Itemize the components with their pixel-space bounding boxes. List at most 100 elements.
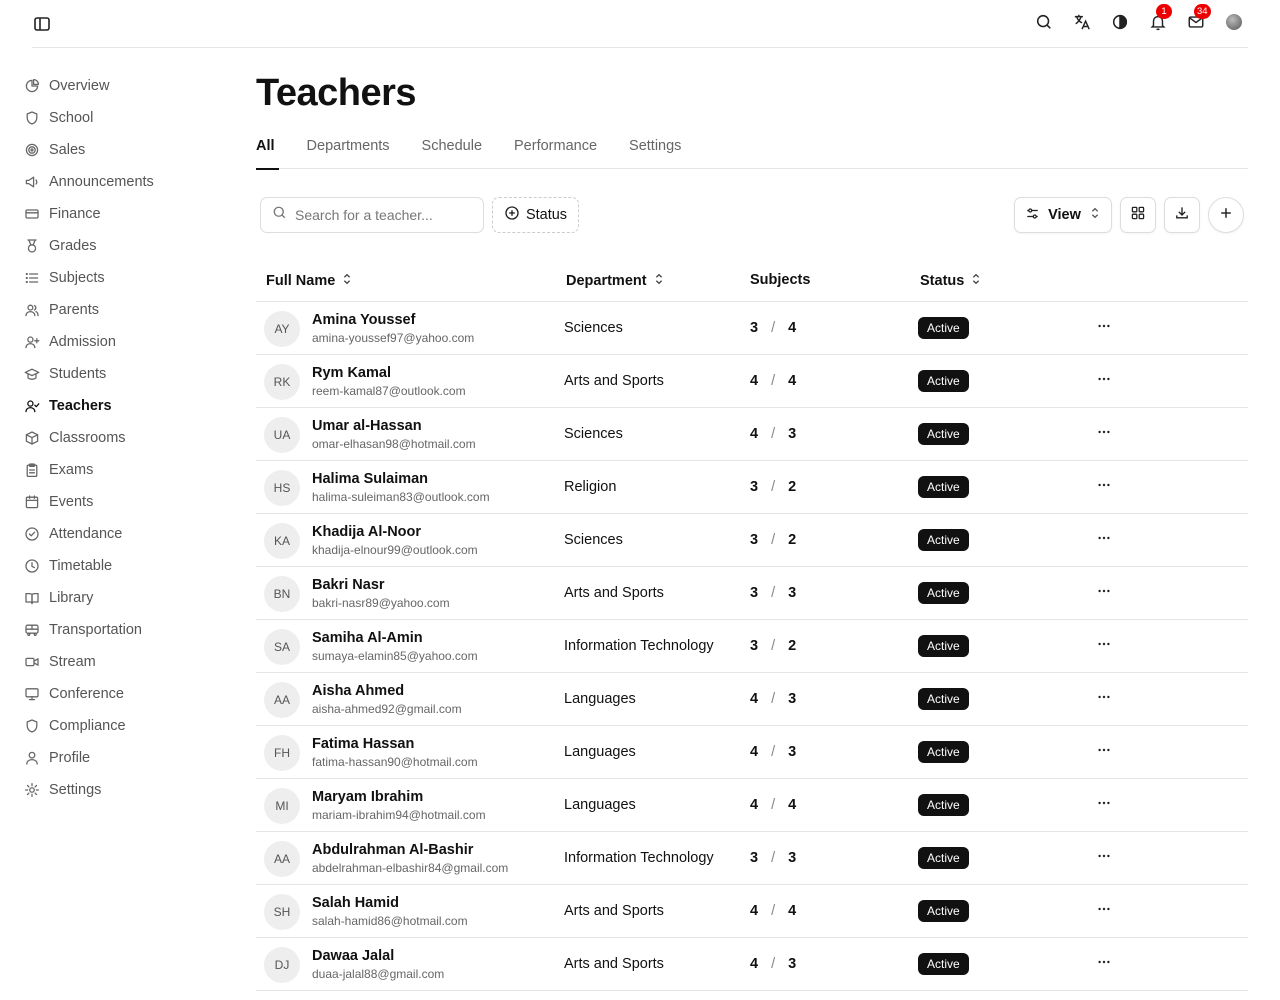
sidebar-item-classrooms[interactable]: Classrooms: [24, 422, 224, 454]
bell-icon[interactable]: 1: [1148, 4, 1172, 32]
column-label: Department: [566, 273, 647, 289]
row-actions-button[interactable]: [1094, 477, 1114, 497]
teacher-department: Languages: [564, 797, 636, 813]
tab-departments[interactable]: Departments: [307, 136, 390, 169]
sidebar-item-library[interactable]: Library: [24, 582, 224, 614]
more-horizontal-icon: [1096, 742, 1112, 763]
subjects-separator: /: [771, 956, 776, 972]
theme-toggle-icon[interactable]: [1110, 12, 1130, 32]
table-row[interactable]: MI Maryam Ibrahim mariam-ibrahim94@hotmail…: [256, 779, 1248, 832]
subjects-total: 3: [788, 691, 797, 707]
search-box[interactable]: [260, 197, 484, 233]
table-row[interactable]: AA Abdulrahman Al-Bashir abdelrahman-elbas…: [256, 832, 1248, 885]
table-row[interactable]: KA Khadija Al-Noor khadija-elnour99@outloo…: [256, 514, 1248, 567]
tab-bar: All Departments Schedule Performance Set…: [256, 136, 1248, 170]
table-row[interactable]: AY Amina Youssef amina-youssef97@yahoo.com…: [256, 302, 1248, 355]
column-header-status[interactable]: Status: [920, 272, 982, 290]
tab-all[interactable]: All: [256, 136, 278, 170]
sidebar-item-timetable[interactable]: Timetable: [24, 550, 224, 582]
row-actions-button[interactable]: [1094, 530, 1114, 550]
table-row[interactable]: RK Rym Kamal reem-kamal87@outlook.com Arts …: [256, 355, 1248, 408]
row-actions-button[interactable]: [1094, 742, 1114, 762]
row-actions-button[interactable]: [1094, 954, 1114, 974]
subjects-total: 2: [788, 638, 797, 654]
user-avatar[interactable]: [1224, 12, 1244, 32]
sidebar-item-school[interactable]: School: [24, 102, 224, 134]
sidebar-item-announcements[interactable]: Announcements: [24, 166, 224, 198]
sidebar-item-attendance[interactable]: Attendance: [24, 518, 224, 550]
sidebar-item-compliance[interactable]: Compliance: [24, 710, 224, 742]
box-icon: [24, 430, 40, 446]
teacher-name: Amina Youssef: [312, 312, 416, 328]
sidebar-item-teachers[interactable]: Teachers: [24, 390, 224, 422]
row-actions-button[interactable]: [1094, 689, 1114, 709]
row-actions-button[interactable]: [1094, 636, 1114, 656]
tab-performance[interactable]: Performance: [514, 136, 597, 169]
tab-settings[interactable]: Settings: [629, 136, 681, 169]
column-header-full-name[interactable]: Full Name: [266, 272, 353, 290]
sidebar-item-overview[interactable]: Overview: [24, 70, 224, 102]
sidebar-item-events[interactable]: Events: [24, 486, 224, 518]
table-row[interactable]: AA Aisha Ahmed aisha-ahmed92@gmail.com Lang…: [256, 673, 1248, 726]
table-row[interactable]: SH Salah Hamid salah-hamid86@hotmail.com Ar…: [256, 885, 1248, 938]
sidebar-item-transportation[interactable]: Transportation: [24, 614, 224, 646]
more-horizontal-icon: [1096, 530, 1112, 551]
row-actions-button[interactable]: [1094, 371, 1114, 391]
status-badge: Active: [918, 953, 969, 975]
table-row[interactable]: UA Umar al-Hassan omar-elhasan98@hotmail.c…: [256, 408, 1248, 461]
clipboard-icon: [24, 462, 40, 478]
row-actions-button[interactable]: [1094, 424, 1114, 444]
search-icon[interactable]: [1034, 12, 1054, 32]
credit-card-icon: [24, 206, 40, 222]
clock-icon: [24, 558, 40, 574]
sidebar-item-sales[interactable]: Sales: [24, 134, 224, 166]
sidebar-item-students[interactable]: Students: [24, 358, 224, 390]
grid-view-button[interactable]: [1120, 197, 1156, 233]
search-input[interactable]: [295, 207, 475, 223]
add-teacher-button[interactable]: [1208, 197, 1244, 233]
row-actions-button[interactable]: [1094, 583, 1114, 603]
download-button[interactable]: [1164, 197, 1200, 233]
sidebar-item-exams[interactable]: Exams: [24, 454, 224, 486]
target-icon: [24, 142, 40, 158]
avatar: AA: [264, 682, 300, 718]
row-actions-button[interactable]: [1094, 795, 1114, 815]
sidebar-item-subjects[interactable]: Subjects: [24, 262, 224, 294]
sidebar-item-settings[interactable]: Settings: [24, 774, 224, 806]
plus-circle-icon: [504, 205, 520, 225]
table-row[interactable]: FH Fatima Hassan fatima-hassan90@hotmail.c…: [256, 726, 1248, 779]
status-badge: Active: [918, 317, 969, 339]
subjects-assigned: 4: [750, 373, 759, 389]
teacher-name: Khadija Al-Noor: [312, 524, 422, 540]
table-row[interactable]: DJ Dawaa Jalal duaa-jalal88@gmail.com Arts …: [256, 938, 1248, 991]
teacher-name: Bakri Nasr: [312, 577, 385, 593]
calendar-icon: [24, 494, 40, 510]
column-header-department[interactable]: Department: [566, 272, 665, 290]
sidebar-item-profile[interactable]: Profile: [24, 742, 224, 774]
row-actions-button[interactable]: [1094, 318, 1114, 338]
table-row[interactable]: HS Halima Sulaiman halima-suleiman83@outlo…: [256, 461, 1248, 514]
teacher-department: Arts and Sports: [564, 956, 664, 972]
status-filter-button[interactable]: Status: [492, 197, 579, 233]
sidebar-item-conference[interactable]: Conference: [24, 678, 224, 710]
view-options-button[interactable]: View: [1014, 197, 1112, 233]
tab-schedule[interactable]: Schedule: [422, 136, 482, 169]
table-row[interactable]: BN Bakri Nasr bakri-nasr89@yahoo.com Arts a…: [256, 567, 1248, 620]
user-check-icon: [24, 398, 40, 414]
sidebar-item-parents[interactable]: Parents: [24, 294, 224, 326]
translate-icon[interactable]: [1072, 12, 1092, 32]
status-badge: Active: [918, 635, 969, 657]
teacher-name: Halima Sulaiman: [312, 471, 429, 487]
row-actions-button[interactable]: [1094, 901, 1114, 921]
sidebar-item-stream[interactable]: Stream: [24, 646, 224, 678]
sidebar-item-grades[interactable]: Grades: [24, 230, 224, 262]
top-bar: 1 34: [32, 0, 1248, 48]
sidebar-item-admission[interactable]: Admission: [24, 326, 224, 358]
table-row[interactable]: SA Samiha Al-Amin sumaya-elamin85@yahoo.co…: [256, 620, 1248, 673]
teacher-email: bakri-nasr89@yahoo.com: [312, 596, 450, 610]
sidebar-item-finance[interactable]: Finance: [24, 198, 224, 230]
mail-icon[interactable]: 34: [1186, 4, 1211, 32]
row-actions-button[interactable]: [1094, 848, 1114, 868]
sidebar-toggle-icon[interactable]: [32, 14, 52, 34]
subjects-separator: /: [771, 850, 776, 866]
